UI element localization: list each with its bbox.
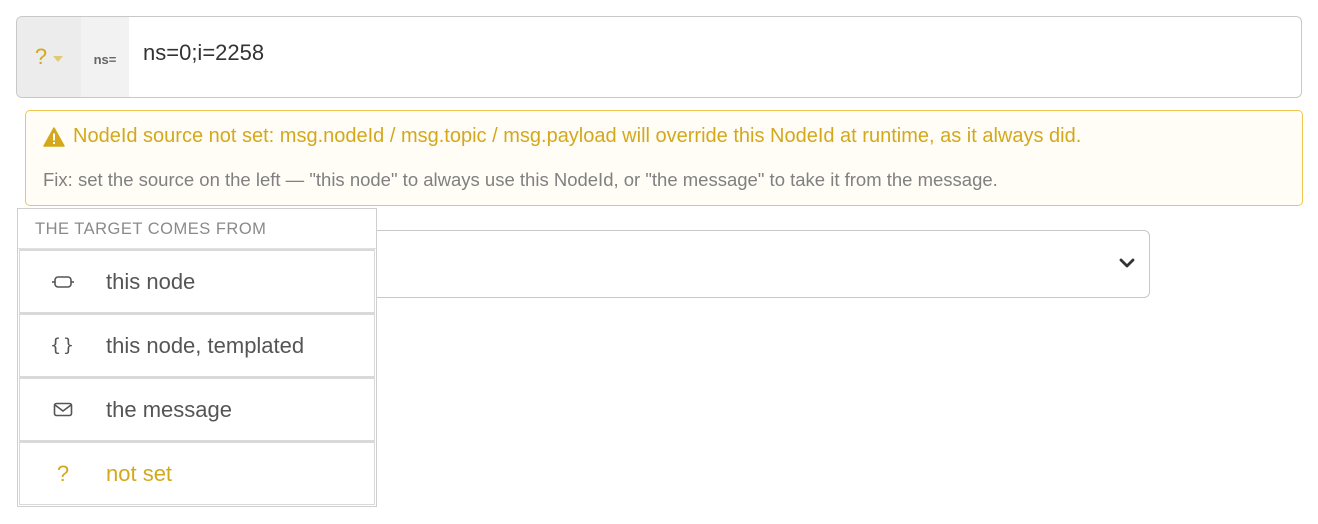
menu-item-label: the message [106,396,232,422]
menu-item-not-set[interactable]: ? not set [19,441,375,505]
nodeid-input[interactable] [143,37,1289,69]
menu-item-label: this node [106,268,196,294]
warning-box: NodeId source not set: msg.nodeId / msg.… [25,110,1303,206]
source-menu: THE TARGET COMES FROM this node {} this … [17,208,377,507]
fix-hint: Fix: set the source on the left — "this … [43,169,998,190]
warning-triangle-icon [43,126,65,147]
braces-icon: {} [50,335,76,356]
menu-item-the-message[interactable]: the message [19,377,375,441]
select-box[interactable] [376,230,1150,298]
nodeid-input-group: ? ns= [16,16,1302,98]
menu-header: THE TARGET COMES FROM [18,209,376,249]
chevron-down-icon [1119,258,1135,268]
question-icon: ? [56,460,70,486]
warning-message: NodeId source not set: msg.nodeId / msg.… [43,125,1292,148]
warning-text: NodeId source not set: msg.nodeId / msg.… [73,125,1082,147]
node-box-icon [46,275,80,289]
source-selector-button[interactable]: ? [17,17,81,97]
menu-item-this-node-templated[interactable]: {} this node, templated [19,313,375,377]
menu-item-label: not set [106,460,173,486]
caret-down-icon [53,56,64,62]
ns-prefix-label: ns= [81,17,129,97]
menu-item-this-node[interactable]: this node [19,249,375,313]
envelope-icon [46,402,80,417]
menu-item-label: this node, templated [106,332,305,358]
question-icon: ? [34,44,48,69]
